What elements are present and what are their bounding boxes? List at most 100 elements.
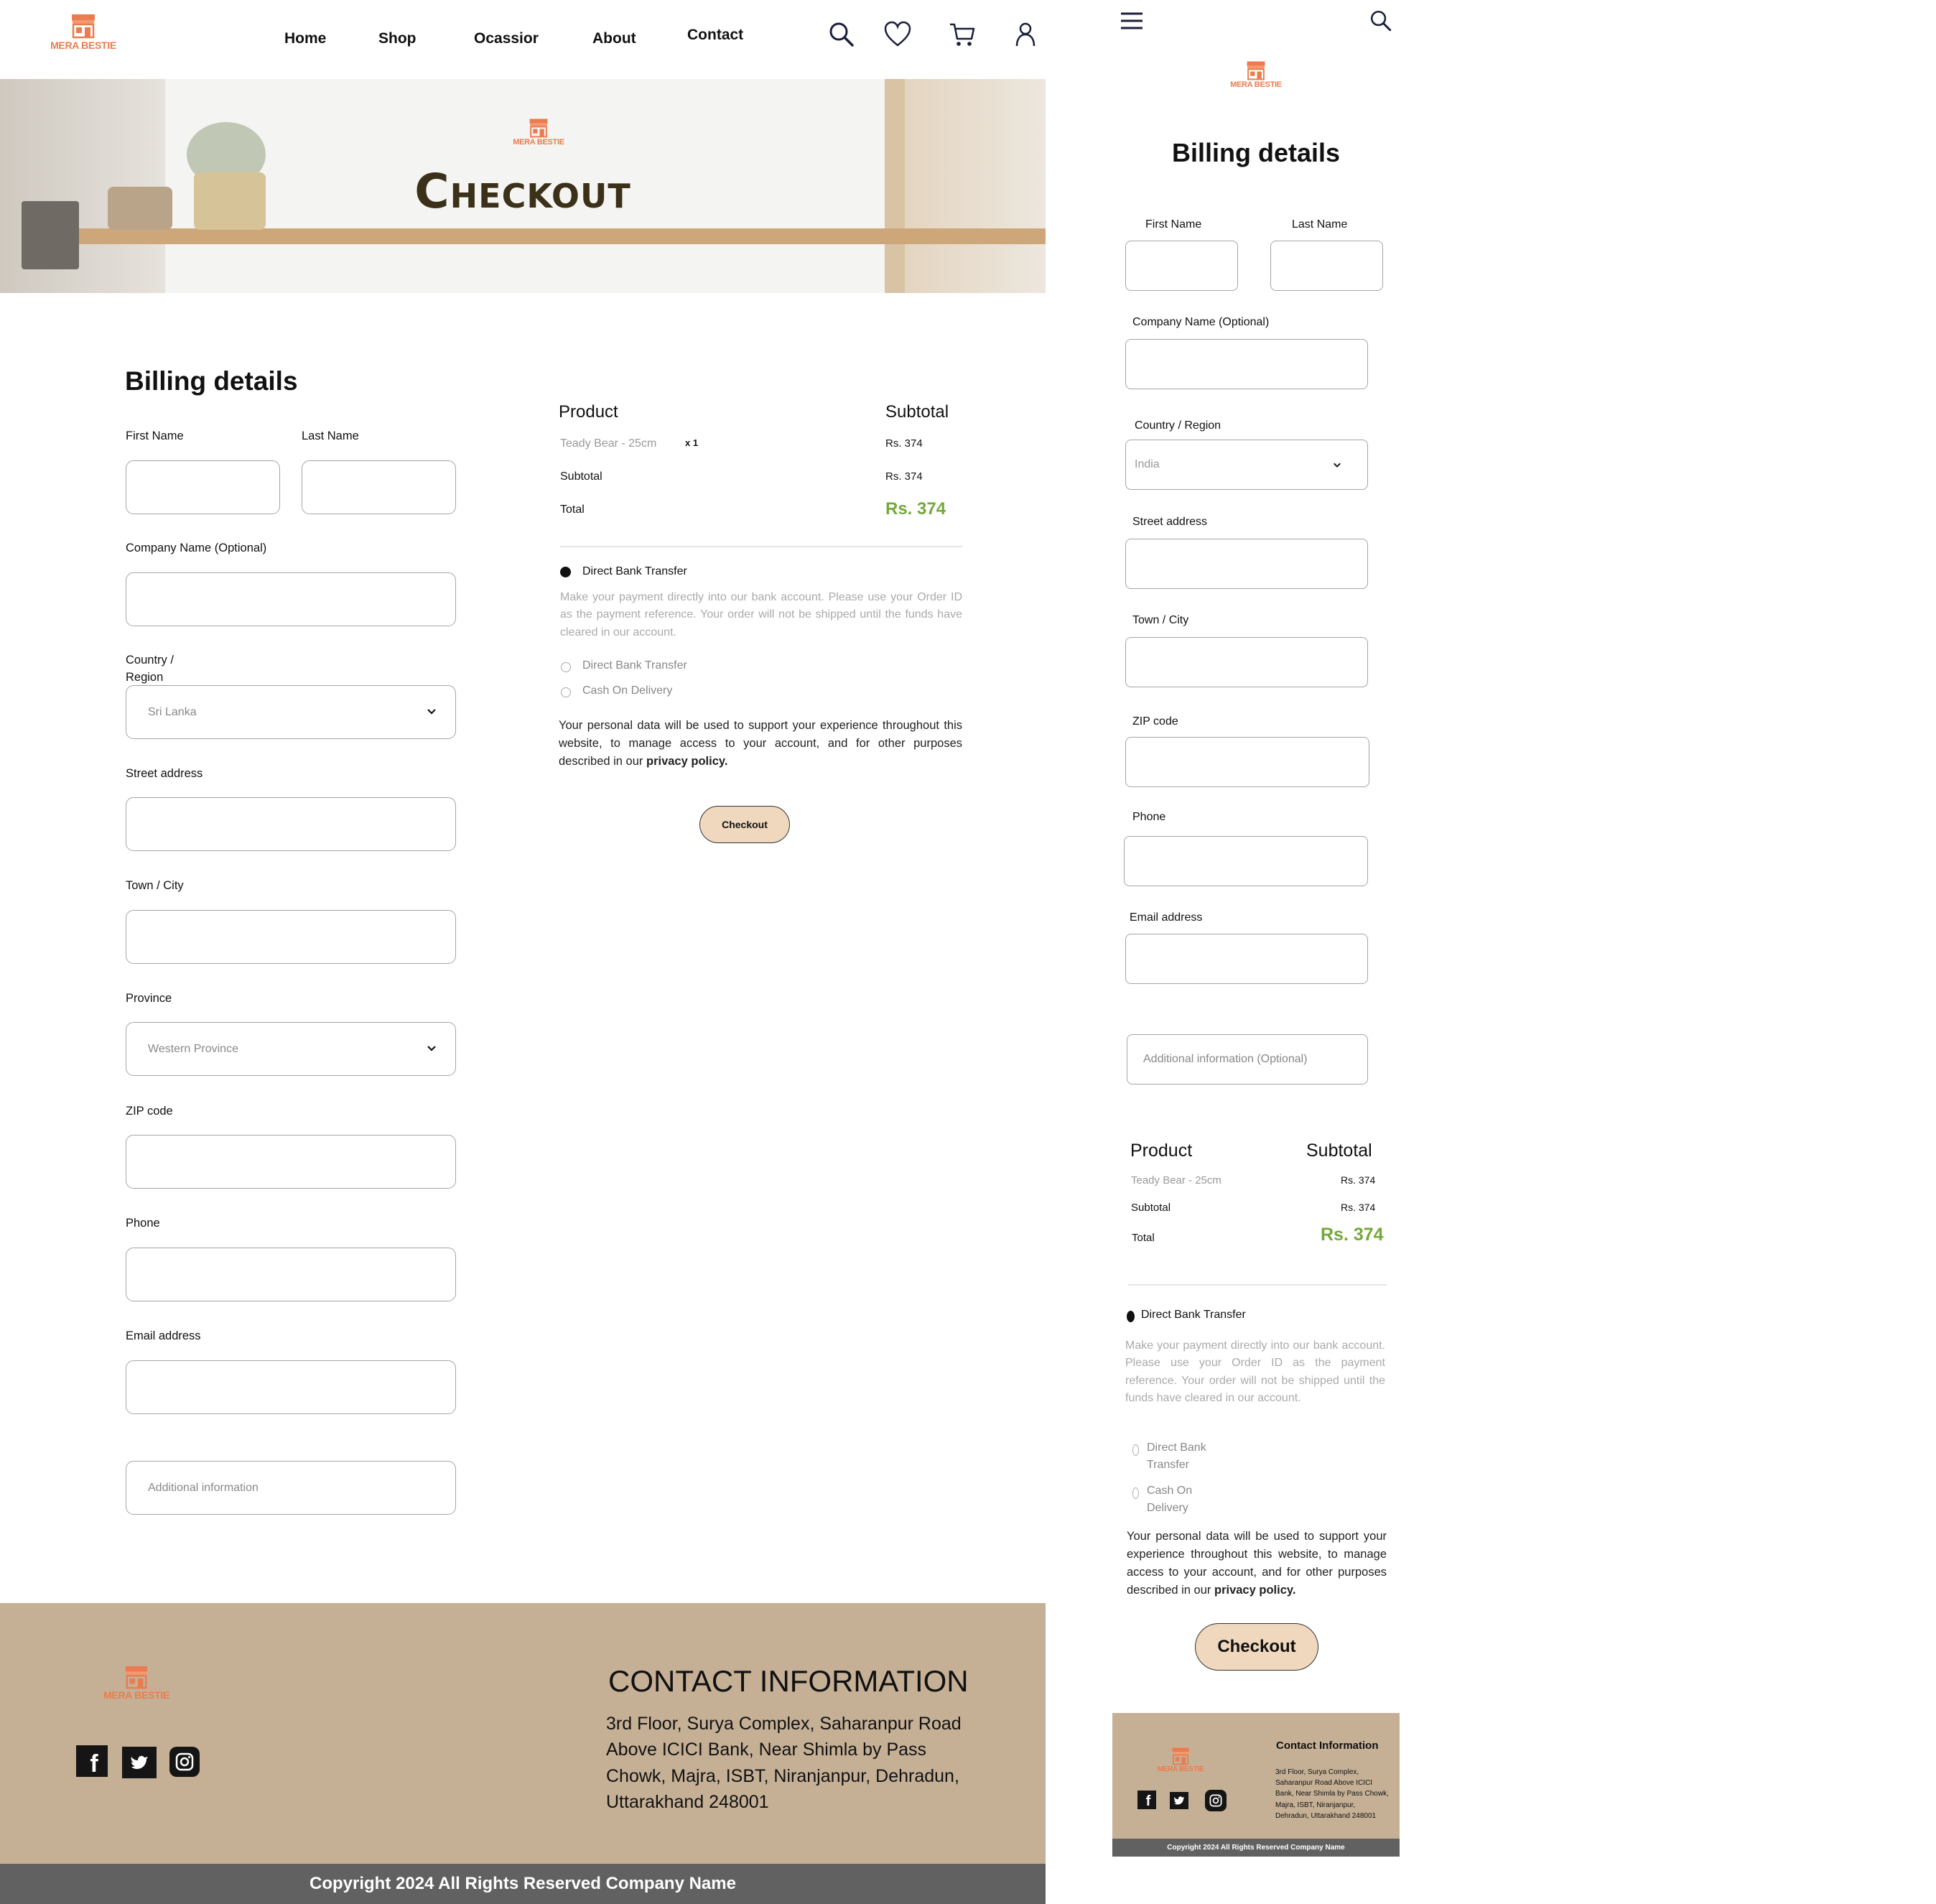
payment-option-bank[interactable]: Direct Bank Transfer: [582, 659, 687, 672]
option-line: Delivery: [1147, 1502, 1188, 1514]
mobile-brand-logo[interactable]: MERA BESTIE: [1220, 60, 1292, 89]
mobile-payment-option-cod[interactable]: Cash On Delivery: [1147, 1482, 1192, 1517]
mobile-order-divider: [1128, 1284, 1387, 1286]
town-input[interactable]: [126, 910, 456, 964]
mobile-privacy-link[interactable]: privacy: [1214, 1584, 1256, 1597]
first-name-input[interactable]: [126, 460, 280, 514]
copyright-bar: Copyright 2024 All Rights Reserved Compa…: [0, 1864, 1046, 1904]
mobile-privacy-tail[interactable]: policy.: [1259, 1584, 1295, 1597]
mobile-footer: MERA BESTIE f Contact Information 3rd Fl…: [1112, 1713, 1400, 1839]
email-label: Email address: [126, 1329, 201, 1342]
hero-logo: MERA BESTIE: [503, 118, 574, 147]
mobile-radio-selected[interactable]: [1127, 1311, 1135, 1322]
copyright-text: Copyright 2024 All Rights Reserved Compa…: [310, 1874, 736, 1893]
mobile-first-name-input[interactable]: [1125, 241, 1238, 291]
additional-info-placeholder: Additional information: [148, 1481, 259, 1494]
mobile-contact-title: Contact Information: [1276, 1740, 1379, 1752]
street-input[interactable]: [126, 797, 456, 851]
mobile-phone-label: Phone: [1132, 811, 1166, 823]
brand-logo[interactable]: MERA BESTIE: [47, 13, 119, 51]
email-input[interactable]: [126, 1360, 456, 1414]
province-select[interactable]: Western Province: [126, 1022, 456, 1076]
user-icon[interactable]: [1011, 20, 1040, 49]
mobile-payment-option-bank[interactable]: Direct Bank Transfer: [1147, 1439, 1206, 1474]
contact-title: CONTACT INFORMATION: [608, 1664, 969, 1698]
mobile-order-total-value: Rs. 374: [1321, 1225, 1384, 1245]
zip-input[interactable]: [126, 1135, 456, 1189]
mobile-phone-input[interactable]: [1124, 836, 1368, 886]
mobile-additional-info-placeholder: Additional information (Optional): [1143, 1053, 1308, 1065]
twitter-icon[interactable]: [122, 1747, 157, 1778]
mobile-billing-title: Billing details: [1171, 138, 1341, 167]
mobile-radio-cod[interactable]: [1132, 1487, 1139, 1499]
radio-bank-transfer[interactable]: [561, 662, 571, 672]
nav-home[interactable]: Home: [284, 30, 326, 47]
shop-logo-icon: [529, 119, 548, 138]
facebook-icon[interactable]: f: [76, 1745, 108, 1778]
privacy-policy-link[interactable]: privacy policy.: [646, 755, 727, 768]
address-line: Majra, ISBT, Niranjanpur,: [1275, 1801, 1356, 1809]
option-line: Cash On: [1147, 1485, 1193, 1497]
mobile-product-header: Product: [1130, 1141, 1193, 1161]
heart-icon[interactable]: [883, 20, 912, 49]
country-select[interactable]: Sri Lanka: [126, 685, 456, 739]
shop-logo-icon: [1172, 1747, 1189, 1765]
mobile-last-name-input[interactable]: [1270, 241, 1383, 291]
additional-info-input[interactable]: Additional information: [126, 1461, 456, 1515]
nav-contact[interactable]: Contact: [687, 27, 743, 44]
nav-shop[interactable]: Shop: [378, 30, 416, 47]
mobile-order-subtotal-label: Subtotal: [1131, 1202, 1171, 1214]
twitter-icon[interactable]: [1170, 1792, 1188, 1809]
privacy-text: Your personal data will be used to suppo…: [559, 719, 962, 768]
mobile-town-input[interactable]: [1125, 637, 1368, 687]
address-line: Dehradun, Uttarakhand 248001: [1275, 1811, 1377, 1820]
nav-about[interactable]: About: [592, 30, 636, 47]
mobile-company-input[interactable]: [1125, 339, 1368, 389]
payment-option-cod[interactable]: Cash On Delivery: [582, 684, 672, 697]
mobile-order-total-label: Total: [1132, 1232, 1155, 1244]
footer: MERA BESTIE f CONTACT INFORMATION 3rd Fl…: [0, 1603, 1046, 1864]
province-label: Province: [126, 992, 172, 1005]
zip-label: ZIP code: [126, 1105, 173, 1118]
address-line: Bank, Near Shimla by Pass Chowk,: [1275, 1790, 1389, 1798]
order-item-qty: x 1: [685, 437, 699, 448]
mobile-footer-logo[interactable]: MERA BESTIE: [1148, 1747, 1213, 1773]
phone-input[interactable]: [126, 1248, 456, 1301]
option-line: Direct Bank: [1147, 1441, 1206, 1454]
mobile-additional-info-input[interactable]: Additional information (Optional): [1127, 1034, 1368, 1085]
company-input[interactable]: [126, 572, 456, 626]
mobile-copyright-bar: Copyright 2024 All Rights Reserved Compa…: [1112, 1839, 1400, 1857]
street-label: Street address: [126, 767, 203, 780]
mobile-country-select[interactable]: India: [1125, 440, 1368, 490]
instagram-icon[interactable]: [1205, 1790, 1227, 1811]
country-value: Sri Lanka: [148, 705, 197, 718]
mobile-checkout-button[interactable]: Checkout: [1195, 1623, 1318, 1671]
nav-occasion[interactable]: Ocassior: [474, 30, 539, 47]
desktop-view: MERA BESTIE Home Shop Ocassior About Con…: [0, 0, 1046, 1904]
facebook-icon[interactable]: f: [1137, 1791, 1156, 1809]
instagram-icon[interactable]: [169, 1747, 200, 1777]
shop-logo-icon: [125, 1666, 148, 1689]
mobile-zip-label: ZIP code: [1132, 715, 1178, 728]
checkout-button[interactable]: Checkout: [699, 806, 790, 843]
mobile-radio-bank[interactable]: [1132, 1444, 1139, 1456]
search-icon[interactable]: [1369, 9, 1393, 33]
mobile-copyright-text: Copyright 2024 All Rights Reserved Compa…: [1167, 1844, 1345, 1852]
last-name-input[interactable]: [302, 460, 456, 514]
cart-icon[interactable]: [948, 20, 977, 49]
hamburger-menu-icon[interactable]: [1120, 11, 1144, 30]
town-label: Town / City: [126, 879, 184, 892]
radio-cod[interactable]: [561, 687, 571, 697]
mobile-street-input[interactable]: [1125, 539, 1368, 589]
shop-logo-icon: [1247, 61, 1265, 80]
mobile-view: MERA BESTIE Billing details First Name L…: [1112, 0, 1400, 1867]
order-divider: [560, 546, 962, 547]
footer-logo[interactable]: MERA BESTIE: [101, 1665, 172, 1701]
mobile-email-input[interactable]: [1125, 934, 1368, 984]
mobile-subtotal-header: Subtotal: [1306, 1141, 1372, 1161]
search-icon[interactable]: [827, 20, 856, 49]
address-line: Uttarakhand 248001: [606, 1791, 769, 1812]
mobile-zip-input[interactable]: [1125, 737, 1369, 787]
radio-selected[interactable]: [560, 567, 571, 577]
mobile-street-label: Street address: [1132, 516, 1208, 528]
